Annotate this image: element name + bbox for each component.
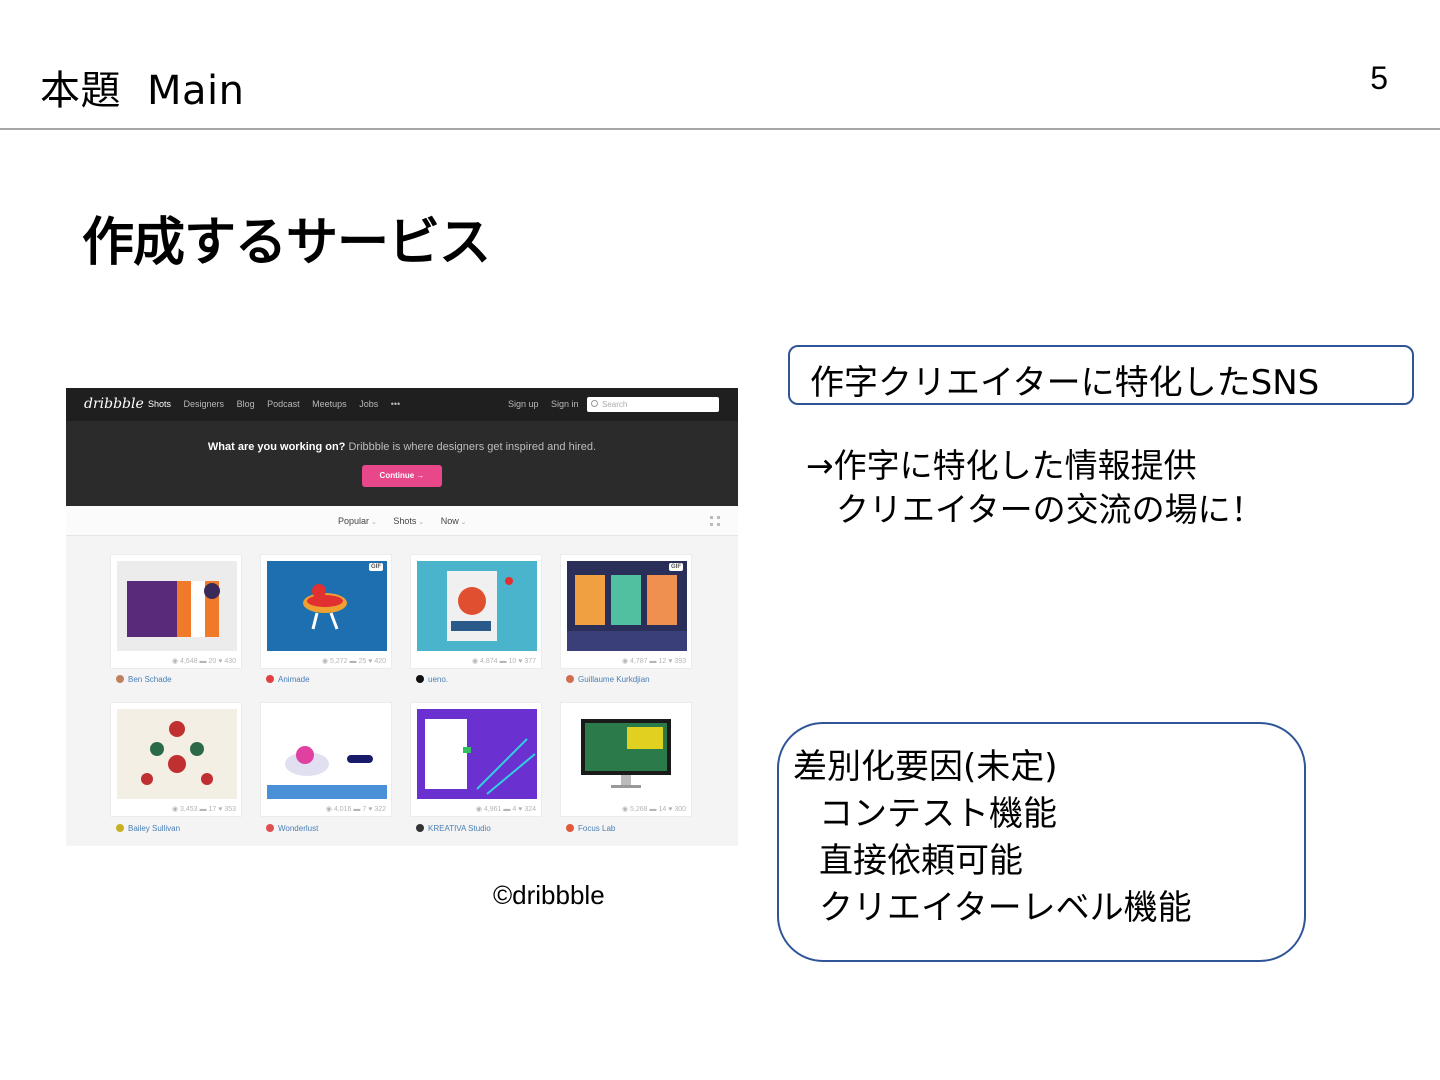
avatar bbox=[116, 824, 124, 832]
shot-card: ◉ 4,961 ▬ 4 ♥ 324 bbox=[410, 702, 542, 817]
description-line-2: クリエイターの交流の場に！ bbox=[836, 490, 1264, 529]
shot-stats: ◉ 5,268 ▬ 14 ♥ 300 bbox=[621, 806, 686, 813]
shot-author: Focus Lab bbox=[566, 824, 615, 833]
shot-artwork-7 bbox=[417, 709, 537, 799]
shot-card: ◉ 4,874 ▬ 10 ♥ 377 bbox=[410, 554, 542, 669]
shot-author: Animade bbox=[266, 675, 310, 684]
shot-author: Guillaume Kurkdjian bbox=[566, 675, 650, 684]
avatar bbox=[266, 675, 274, 683]
nav-sign-in: Sign in bbox=[551, 399, 579, 409]
differentiation-box: 差別化要因(未定) コンテスト機能 直接依頼可能 クリエイターレベル機能 bbox=[777, 722, 1306, 962]
shot-card: ◉ 4,016 ▬ 7 ♥ 322 bbox=[260, 702, 392, 817]
avatar bbox=[116, 675, 124, 683]
shot-author: Bailey Sullivan bbox=[116, 824, 180, 833]
shot-stats: ◉ 3,453 ▬ 17 ♥ 353 bbox=[171, 806, 236, 813]
image-credit: ©dribbble bbox=[493, 880, 605, 910]
dribbble-nav-right: Sign up Sign in bbox=[508, 399, 589, 409]
sns-concept-box: 作字クリエイターに特化したSNS bbox=[788, 345, 1414, 405]
sns-concept-text: 作字クリエイターに特化したSNS bbox=[810, 363, 1320, 403]
header-title-en: Main bbox=[147, 68, 245, 114]
nav-designers: Designers bbox=[183, 399, 225, 409]
avatar bbox=[566, 675, 574, 683]
filter-shots: Shots bbox=[393, 516, 424, 526]
continue-button: Continue → bbox=[362, 465, 442, 487]
shot-thumbnail bbox=[417, 709, 537, 799]
shot-stats: ◉ 5,272 ▬ 25 ♥ 420 bbox=[321, 658, 386, 665]
shot-artwork-5 bbox=[117, 709, 237, 799]
search-placeholder: Search bbox=[602, 400, 628, 409]
shot-artwork-4 bbox=[567, 561, 687, 651]
dribbble-search: Search bbox=[587, 397, 719, 412]
nav-jobs: Jobs bbox=[359, 399, 379, 409]
dribbble-screenshot: dribbble Shots Designers Blog Podcast Me… bbox=[66, 388, 738, 846]
shot-artwork-2 bbox=[267, 561, 387, 651]
shot-stats: ◉ 4,874 ▬ 10 ♥ 377 bbox=[471, 658, 536, 665]
grid-view-icon bbox=[710, 516, 720, 526]
shot-thumbnail bbox=[567, 709, 687, 799]
differentiation-list: 差別化要因(未定) コンテスト機能 直接依頼可能 クリエイターレベル機能 bbox=[793, 744, 1192, 932]
service-description: →作字に特化した情報提供 クリエイターの交流の場に！ bbox=[806, 444, 1264, 532]
nav-shots: Shots bbox=[148, 399, 172, 409]
slide-header: 本題 Main 5 bbox=[0, 0, 1440, 130]
differentiation-item: コンテスト機能 bbox=[819, 794, 1057, 834]
dribbble-navbar: dribbble Shots Designers Blog Podcast Me… bbox=[66, 388, 738, 421]
filter-now: Now bbox=[441, 516, 467, 526]
shot-thumbnail bbox=[117, 709, 237, 799]
shot-author: ueno. bbox=[416, 675, 448, 684]
shot-stats: ◉ 4,016 ▬ 7 ♥ 322 bbox=[325, 806, 386, 813]
hero-rest: Dribbble is where designers get inspired… bbox=[345, 441, 597, 453]
shot-author: KREATIVA Studio bbox=[416, 824, 491, 833]
hero-bold: What are you working on? bbox=[207, 441, 346, 453]
shot-artwork-6 bbox=[267, 709, 387, 799]
shot-artwork-3 bbox=[417, 561, 537, 651]
shot-thumbnail bbox=[567, 561, 687, 651]
differentiation-item: 直接依頼可能 bbox=[819, 841, 1023, 881]
dribbble-logo: dribbble bbox=[84, 396, 144, 412]
shot-artwork-8 bbox=[567, 709, 687, 799]
shot-artwork-1 bbox=[117, 561, 237, 651]
section-title: 作成するサービス bbox=[82, 213, 491, 273]
header-title-ja: 本題 bbox=[40, 68, 121, 114]
filter-popular: Popular bbox=[338, 516, 377, 526]
shot-card: ◉ 3,453 ▬ 17 ♥ 353 bbox=[110, 702, 242, 817]
dribbble-filter-bar: Popular Shots Now bbox=[66, 506, 738, 536]
shot-stats: ◉ 4,961 ▬ 4 ♥ 324 bbox=[475, 806, 536, 813]
differentiation-heading: 差別化要因(未定) bbox=[793, 747, 1058, 787]
differentiation-item: クリエイターレベル機能 bbox=[819, 888, 1192, 928]
page-number: 5 bbox=[1370, 60, 1388, 96]
gif-badge: GIF bbox=[369, 563, 383, 571]
avatar bbox=[566, 824, 574, 832]
shot-stats: ◉ 4,787 ▬ 12 ♥ 393 bbox=[621, 658, 686, 665]
dribbble-nav-items: Shots Designers Blog Podcast Meetups Job… bbox=[148, 399, 410, 409]
shot-author: Ben Schade bbox=[116, 675, 172, 684]
shot-stats: ◉ 4,648 ▬ 20 ♥ 430 bbox=[171, 658, 236, 665]
shot-card: ◉ 4,648 ▬ 20 ♥ 430 bbox=[110, 554, 242, 669]
nav-meetups: Meetups bbox=[312, 399, 347, 409]
description-line-1: →作字に特化した情報提供 bbox=[806, 446, 1197, 485]
shot-card: GIF ◉ 5,272 ▬ 25 ♥ 420 bbox=[260, 554, 392, 669]
shot-thumbnail bbox=[267, 709, 387, 799]
avatar bbox=[266, 824, 274, 832]
gif-badge: GIF bbox=[669, 563, 683, 571]
avatar bbox=[416, 824, 424, 832]
shot-card: ◉ 5,268 ▬ 14 ♥ 300 bbox=[560, 702, 692, 817]
nav-blog: Blog bbox=[236, 399, 255, 409]
shot-thumbnail bbox=[417, 561, 537, 651]
header-divider bbox=[0, 128, 1440, 130]
shot-thumbnail bbox=[267, 561, 387, 651]
dribbble-hero: What are you working on? Dribbble is whe… bbox=[66, 421, 738, 506]
hero-text: What are you working on? Dribbble is whe… bbox=[66, 441, 738, 453]
shot-thumbnail bbox=[117, 561, 237, 651]
nav-sign-up: Sign up bbox=[508, 399, 539, 409]
shot-card: GIF ◉ 4,787 ▬ 12 ♥ 393 bbox=[560, 554, 692, 669]
nav-podcast: Podcast bbox=[267, 399, 300, 409]
shot-author: Wonderlust bbox=[266, 824, 318, 833]
filter-items: Popular Shots Now bbox=[338, 516, 481, 526]
nav-more-icon: ••• bbox=[390, 399, 401, 409]
slide-header-title: 本題 Main bbox=[40, 58, 245, 116]
search-icon bbox=[591, 400, 598, 407]
avatar bbox=[416, 675, 424, 683]
